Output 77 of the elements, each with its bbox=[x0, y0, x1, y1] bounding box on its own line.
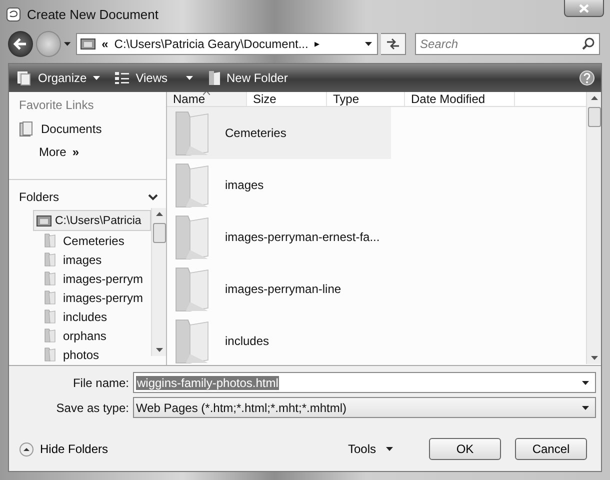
back-arrow-icon bbox=[13, 38, 28, 50]
field-label: File name: bbox=[72, 376, 130, 390]
pages-icon bbox=[17, 70, 32, 86]
folder-icon bbox=[43, 233, 57, 248]
caret-icon bbox=[386, 447, 393, 451]
dialog-button[interactable]: OK bbox=[429, 438, 501, 460]
file-item[interactable]: images bbox=[167, 159, 391, 211]
folder-icon bbox=[80, 38, 96, 50]
documents-icon bbox=[19, 121, 33, 137]
tools-button[interactable]: Tools bbox=[342, 441, 399, 457]
refresh-icon bbox=[386, 38, 400, 50]
tree-item[interactable]: photos bbox=[43, 345, 151, 364]
column-header[interactable]: Date Modified bbox=[405, 92, 515, 106]
file-item[interactable]: images-perryman-line bbox=[167, 263, 391, 315]
tree-item[interactable]: Cemeteries bbox=[43, 231, 151, 250]
folder-icon bbox=[43, 347, 57, 362]
document-icon bbox=[6, 6, 21, 22]
file-type-dropdown[interactable]: Web Pages (*.htm;*.html;*.mht;*.mhtml) bbox=[133, 397, 596, 418]
back-button[interactable] bbox=[8, 31, 33, 57]
sort-caret-icon bbox=[203, 92, 210, 95]
more-link[interactable]: More bbox=[39, 145, 66, 159]
scrollbar[interactable] bbox=[151, 208, 166, 356]
file-name-field[interactable]: wiggins-family-photos.html bbox=[133, 372, 596, 393]
breadcrumb-arrow[interactable]: ▸ bbox=[314, 38, 320, 50]
breadcrumb-overflow[interactable]: « bbox=[102, 37, 108, 51]
toolbar-button[interactable]: New Folder bbox=[206, 70, 288, 86]
drive-folder-icon bbox=[36, 214, 52, 226]
scrollbar[interactable] bbox=[586, 92, 601, 364]
scroll-up-arrow-icon[interactable] bbox=[590, 96, 598, 100]
history-caret-icon bbox=[64, 42, 71, 46]
section-title: Folders bbox=[19, 190, 60, 204]
scroll-down-arrow-icon[interactable] bbox=[156, 348, 162, 352]
folder-icon bbox=[43, 252, 57, 267]
new-folder-icon bbox=[206, 70, 220, 86]
close-button[interactable] bbox=[564, 0, 604, 17]
close-icon bbox=[579, 4, 589, 12]
scroll-down-arrow-icon[interactable] bbox=[590, 356, 598, 360]
column-header[interactable]: Size bbox=[247, 92, 327, 106]
search-icon bbox=[582, 37, 595, 50]
more-chevron[interactable]: » bbox=[72, 145, 80, 159]
address-bar[interactable]: « C:\Users\Patricia Geary\Document... ▸ bbox=[76, 33, 378, 55]
favorite-link[interactable]: Documents bbox=[41, 122, 102, 136]
toolbar-button[interactable]: Views bbox=[114, 71, 192, 85]
folder-icon bbox=[43, 309, 57, 324]
tree-item[interactable]: images-perrym bbox=[43, 288, 151, 307]
folder-icon bbox=[43, 328, 57, 343]
section-title: Favorite Links bbox=[19, 98, 95, 112]
dialog-button[interactable]: Cancel bbox=[515, 438, 587, 460]
window-title: Create New Document bbox=[27, 6, 158, 22]
folder-icon bbox=[43, 290, 57, 305]
dropdown-caret-icon bbox=[365, 42, 372, 46]
dropdown-caret-icon bbox=[582, 406, 589, 410]
views-icon bbox=[114, 71, 130, 85]
dropdown-caret-icon bbox=[582, 380, 589, 384]
help-icon[interactable] bbox=[579, 70, 595, 86]
tree-item[interactable]: orphans bbox=[43, 326, 151, 345]
toolbar-button[interactable]: Organize bbox=[17, 70, 100, 86]
column-header[interactable]: Name bbox=[167, 92, 247, 106]
tree-item[interactable]: includes bbox=[43, 307, 151, 326]
tree-item[interactable]: images-perrym bbox=[43, 269, 151, 288]
field-label: Save as type: bbox=[55, 400, 130, 414]
column-header[interactable]: Type bbox=[327, 92, 405, 106]
tree-item[interactable]: C:\Users\Patricia bbox=[33, 210, 151, 231]
folder-icon bbox=[43, 271, 57, 286]
file-item[interactable]: Cemeteries bbox=[167, 107, 391, 159]
file-item[interactable]: includes bbox=[167, 315, 391, 365]
refresh-button[interactable] bbox=[381, 33, 406, 55]
search-field[interactable]: Search bbox=[415, 33, 600, 55]
scroll-up-arrow-icon[interactable] bbox=[156, 212, 162, 216]
tree-item[interactable]: images bbox=[43, 250, 151, 269]
file-item[interactable]: images-perryman-ernest-fa... bbox=[167, 211, 391, 263]
address-path[interactable]: C:\Users\Patricia Geary\Document... bbox=[114, 37, 308, 51]
scroll-thumb[interactable] bbox=[152, 223, 166, 243]
scroll-thumb[interactable] bbox=[588, 107, 600, 127]
collapse-chevron-icon[interactable] bbox=[148, 194, 158, 200]
collapse-icon bbox=[19, 442, 34, 456]
hide-folders-button[interactable]: Hide Folders bbox=[19, 442, 108, 456]
